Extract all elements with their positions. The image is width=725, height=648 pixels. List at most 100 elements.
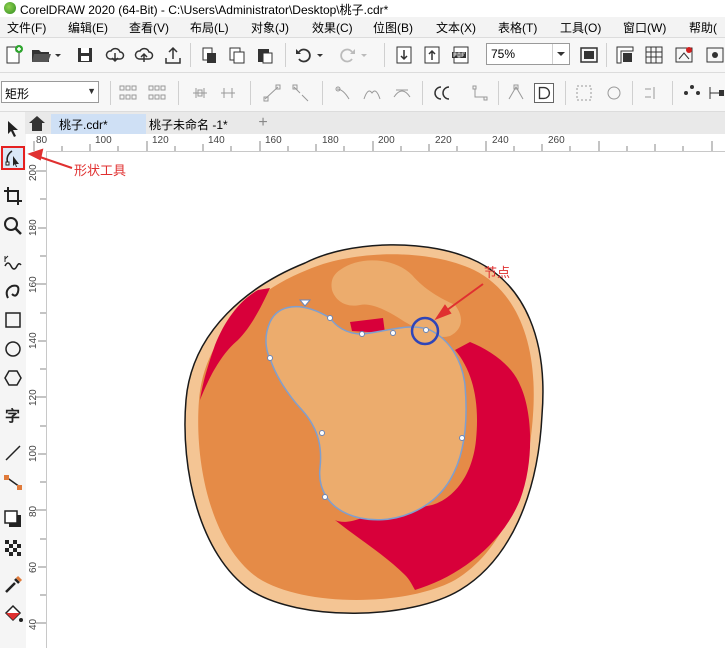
reverse-direction-icon[interactable] [432,83,452,103]
chevron-down-icon[interactable] [52,44,64,66]
snap-to-icon[interactable] [673,44,695,66]
smooth-node-icon[interactable] [392,83,412,103]
artistic-media-icon[interactable] [2,280,24,302]
zoom-tool-icon[interactable] [2,215,24,237]
ruler-label: 240 [492,135,509,146]
extend-curve-icon[interactable] [470,83,490,103]
select-all-icon[interactable] [706,83,725,103]
menu-text[interactable]: 文本(X) [436,19,476,36]
elastic-mode-icon[interactable] [682,83,702,103]
add-tab-button[interactable]: + [253,114,273,132]
options-icon[interactable] [703,44,725,66]
break-curve-icon[interactable] [291,83,311,103]
horizontal-ruler[interactable]: 80 100 120 140 160 180 200 220 240 260 [26,134,725,152]
ellipse-tool-icon[interactable] [2,338,24,360]
ruler-label: 60 [28,561,39,573]
save-icon[interactable] [74,44,96,66]
export-file-icon[interactable] [421,44,443,66]
redo-dropdown-icon[interactable] [358,44,370,66]
drawing-canvas[interactable] [47,152,725,648]
menu-help[interactable]: 帮助( [689,19,717,36]
ruler-label: 180 [28,219,39,236]
svg-text:字: 字 [5,407,20,425]
menu-view[interactable]: 查看(V) [129,19,169,36]
menu-layout[interactable]: 布局(L) [190,19,229,36]
rectangle-nodes-icon[interactable] [147,83,167,103]
pick-tool-icon[interactable] [2,118,24,140]
export-pdf-icon[interactable] [450,44,472,66]
paste-icon[interactable] [254,44,276,66]
menu-object[interactable]: 对象(J) [251,19,289,36]
menu-effects[interactable]: 效果(C) [312,19,353,36]
menu-edit[interactable]: 编辑(E) [68,19,108,36]
vertical-ruler[interactable]: 200 180 160 140 120 100 80 60 40 [26,151,47,648]
freehand-tool-icon[interactable] [2,252,24,274]
ruler-label: 200 [28,164,39,181]
tab-label: 桃子未命名 -1* [149,118,228,132]
coreldraw-app-icon [4,2,16,14]
redo-icon[interactable] [336,44,358,66]
ruler-label: 120 [152,135,169,146]
object-type-value: 矩形 [5,87,30,101]
object-type-select[interactable]: 矩形 ▼ [1,81,99,103]
transparency-icon[interactable] [2,537,24,559]
open-folder-icon[interactable] [30,44,52,66]
extract-subpath-icon[interactable] [506,83,526,103]
menu-tools[interactable]: 工具(O) [560,19,601,36]
ruler-label: 160 [265,135,282,146]
eyedropper-icon[interactable] [2,574,24,596]
undo-icon[interactable] [293,44,315,66]
ruler-label: 200 [378,135,395,146]
menu-bitmaps[interactable]: 位图(B) [373,19,413,36]
zoom-dropdown-icon[interactable] [552,44,569,64]
add-node-icon[interactable] [190,83,210,103]
property-bar: 矩形 ▼ [0,73,725,112]
delete-node-icon[interactable] [218,83,238,103]
reflect-nodes-icon[interactable] [574,83,594,103]
cloud-download-icon[interactable] [104,44,126,66]
to-curve-icon[interactable] [334,83,354,103]
import-icon[interactable] [198,44,220,66]
new-document-icon[interactable] [3,44,25,66]
full-screen-icon[interactable] [578,44,600,66]
tab-document-active[interactable]: 桃子.cdr* [51,114,146,134]
connector-tool-icon[interactable] [2,471,24,493]
join-nodes-icon[interactable] [262,83,282,103]
cloud-upload-icon[interactable] [133,44,155,66]
zoom-level-select[interactable]: 75% [486,43,570,65]
menu-table[interactable]: 表格(T) [498,19,537,36]
ruler-label: 140 [28,332,39,349]
import-file-icon[interactable] [393,44,415,66]
toolbox: 字 [0,112,27,648]
zoom-level-value: 75% [491,47,516,61]
home-icon[interactable] [27,114,47,132]
rotate-nodes-icon[interactable] [604,83,624,103]
polygon-tool-icon[interactable] [2,367,24,389]
menu-window[interactable]: 窗口(W) [623,19,666,36]
rectangle-tool-icon[interactable] [2,309,24,331]
ruler-label: 140 [208,135,225,146]
window-title: CorelDRAW 2020 (64-Bit) - C:\Users\Admin… [20,3,389,17]
menu-file[interactable]: 文件(F) [7,19,46,36]
ruler-label: 180 [322,135,339,146]
show-grid-icon[interactable] [643,44,665,66]
publish-icon[interactable] [162,44,184,66]
close-curve-icon[interactable] [534,83,554,103]
show-rulers-icon[interactable] [614,44,636,66]
text-tool-icon[interactable]: 字 [2,404,24,426]
tab-document-untitled[interactable]: 桃子未命名 -1* [141,114,251,134]
shape-tool-icon[interactable] [1,146,25,170]
crop-tool-icon[interactable] [2,185,24,207]
cusp-node-icon[interactable] [362,83,382,103]
title-bar: CorelDRAW 2020 (64-Bit) - C:\Users\Admin… [0,0,725,18]
undo-dropdown-icon[interactable] [314,44,326,66]
align-nodes-icon[interactable] [642,83,662,103]
dimension-tool-icon[interactable] [2,442,24,464]
node-annotation: 节点 [484,265,511,280]
interactive-fill-icon[interactable] [2,603,24,625]
copy-icon[interactable] [226,44,248,66]
drop-shadow-icon[interactable] [2,508,24,530]
standard-toolbar: 75% [0,38,725,73]
ruler-label: 40 [28,618,39,630]
select-all-nodes-icon[interactable] [118,83,138,103]
